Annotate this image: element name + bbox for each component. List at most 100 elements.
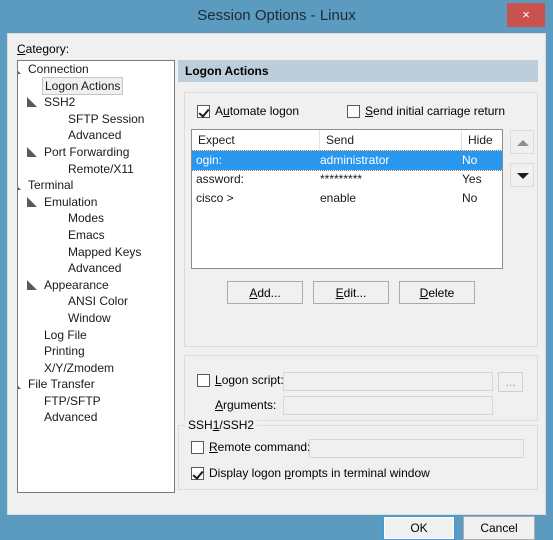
label-part: ogon script: [221,373,284,387]
table-row[interactable]: cisco > enable No [192,189,502,208]
checkbox-box [347,105,360,118]
tree-item-advanced[interactable]: Advanced [18,127,174,144]
tree-item-log-file[interactable]: Log File [18,327,174,344]
window-title: Session Options - Linux [197,7,356,24]
tree-item-advanced[interactable]: Advanced [18,260,174,277]
tree-item-emulation[interactable]: Emulation [18,194,174,211]
checkbox-box [191,467,204,480]
category-label: Category: [17,42,69,56]
tree-item-advanced[interactable]: Advanced [18,409,174,426]
tree-item-label: Log File [44,327,87,342]
edit-button[interactable]: Edit... [313,281,389,304]
tree-item-label: Emacs [68,227,105,242]
tree-item-ftp-sftp[interactable]: FTP/SFTP [18,393,174,410]
table-row[interactable]: ogin: administrator No [192,150,502,171]
accel-char: D [419,286,429,300]
tree-item-logon-actions[interactable]: Logon Actions [18,76,174,96]
tree-item-label: Advanced [68,261,122,276]
cell-send: enable [320,191,357,205]
add-button[interactable]: Add... [227,281,303,304]
accel-char: L [215,373,222,387]
tree-item-mapped-keys[interactable]: Mapped Keys [18,244,174,261]
cell-send: administrator [320,153,390,167]
label-part: end initial carriage return [373,104,506,118]
browse-logon-script-button[interactable]: ... [498,372,523,392]
logon-actions-table[interactable]: Expect Send Hide ogin: administrator No ass… [191,129,503,269]
ssh-group: SSH1/SSH2 Remote command: Display logon … [178,418,538,490]
logon-script-label: Logon script: [215,373,284,388]
tree-expander-icon[interactable] [18,181,20,189]
tree-expander-icon[interactable] [18,65,20,73]
tree-expander-icon[interactable] [28,281,36,289]
tree-item-label: Window [68,310,111,325]
tree-item-label: X/Y/Zmodem [44,360,115,375]
column-header-send[interactable]: Send [320,130,462,150]
tree-item-label: Advanced [68,128,122,143]
tree-item-modes[interactable]: Modes [18,210,174,227]
ok-button[interactable]: OK [383,516,455,540]
tree-expander-icon[interactable] [28,98,36,106]
tree-item-label: Port Forwarding [44,144,130,159]
checkbox-box [197,374,210,387]
page-title: Logon Actions [178,60,538,82]
tree-item-remote-x11[interactable]: Remote/X11 [18,161,174,178]
cell-hide: No [462,191,478,205]
tree-item-label: Connection [28,62,89,76]
tree-expander-icon[interactable] [28,198,36,206]
logon-script-input[interactable] [283,372,493,391]
label-part: rguments: [223,398,277,412]
accel-char: A [215,398,224,412]
remote-command-input[interactable] [309,439,524,458]
arguments-input[interactable] [283,396,493,415]
tree-item-connection[interactable]: Connection [18,61,174,78]
move-up-button[interactable] [510,130,534,154]
tree-item-sftp-session[interactable]: SFTP Session [18,111,174,128]
chevron-up-icon [517,140,529,146]
tree-item-port-forwarding[interactable]: Port Forwarding [18,144,174,161]
tree-item-label: SSH2 [44,95,76,110]
move-down-button[interactable] [510,163,534,187]
category-accel: C [17,42,26,56]
accel-char: u [223,104,230,118]
label-part: rompts in terminal window [291,466,430,480]
label-part: elete [428,286,455,300]
ssh-group-legend: SSH1/SSH2 [185,418,258,432]
tree-item-label: Emulation [44,194,98,209]
column-header-expect[interactable]: Expect [192,130,320,150]
label-part: Display logon [209,466,285,480]
delete-button[interactable]: Delete [399,281,475,304]
tree-item-ansi-color[interactable]: ANSI Color [18,293,174,310]
title-bar: Session Options - Linux × [0,0,553,33]
tree-item-window[interactable]: Window [18,310,174,327]
category-tree[interactable]: Connection Logon Actions SSH2 SFTP Session A… [17,60,175,493]
label-part: dit... [343,286,367,300]
label-part: A [215,104,224,118]
tree-item-label: FTP/SFTP [44,393,101,408]
close-icon[interactable]: × [507,3,545,27]
tree-item-x-y-zmodem[interactable]: X/Y/Zmodem [18,360,174,377]
tree-item-label: Modes [68,211,105,226]
chevron-down-icon [517,173,529,179]
cell-expect: assword: [196,172,245,186]
table-row[interactable]: assword: ********* Yes [192,170,502,189]
cell-expect: cisco > [196,191,234,205]
tree-item-ssh2[interactable]: SSH2 [18,94,174,111]
automate-logon-group: Automate logon Send initial carriage ret… [184,92,538,347]
tree-expander-icon[interactable] [18,380,20,388]
cell-expect: ogin: [196,153,223,167]
tree-item-printing[interactable]: Printing [18,343,174,360]
tree-item-file-transfer[interactable]: File Transfer [18,376,174,393]
table-header-row: Expect Send Hide [192,130,502,151]
display-logon-prompts-label: Display logon prompts in terminal window [209,466,430,481]
cell-hide: No [462,153,478,167]
tree-item-appearance[interactable]: Appearance [18,277,174,294]
arguments-label: Arguments: [215,398,276,412]
tree-expander-icon[interactable] [28,148,36,156]
tree-item-label: Advanced [44,410,98,425]
tree-item-terminal[interactable]: Terminal [18,177,174,194]
logon-script-group: Logon script: ... Arguments: [184,355,538,421]
cancel-button[interactable]: Cancel [463,516,535,540]
column-header-hide[interactable]: Hide [462,130,502,150]
accel-char: S [365,104,374,118]
tree-item-emacs[interactable]: Emacs [18,227,174,244]
